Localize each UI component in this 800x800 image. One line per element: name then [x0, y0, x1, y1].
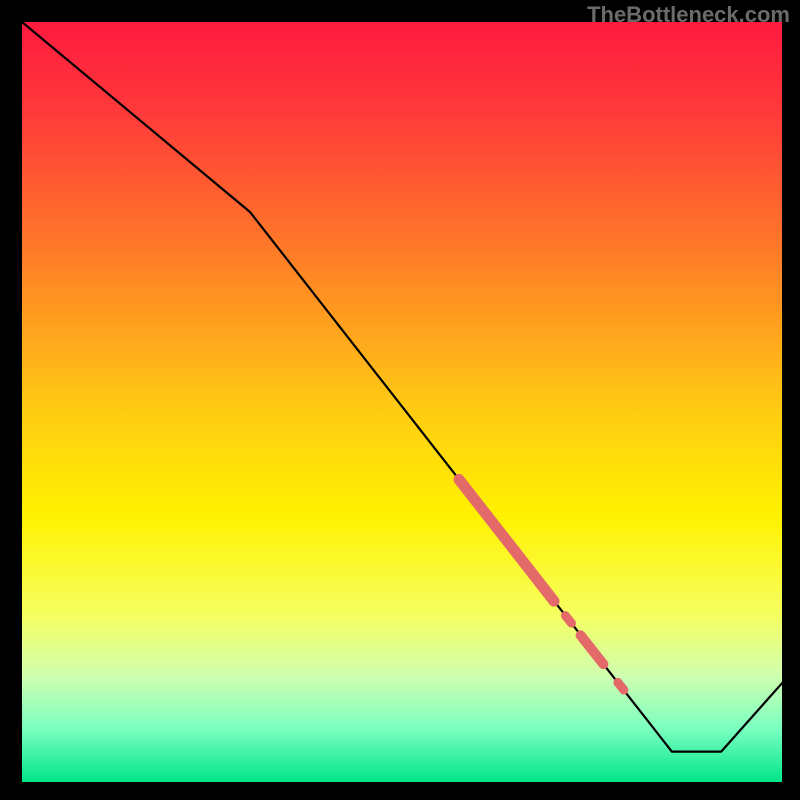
highlight-segment	[565, 616, 571, 624]
watermark-text: TheBottleneck.com	[587, 2, 790, 28]
gradient-background	[22, 22, 782, 782]
bottleneck-chart	[0, 0, 800, 800]
chart-svg	[0, 0, 800, 800]
highlight-segment	[618, 682, 624, 690]
